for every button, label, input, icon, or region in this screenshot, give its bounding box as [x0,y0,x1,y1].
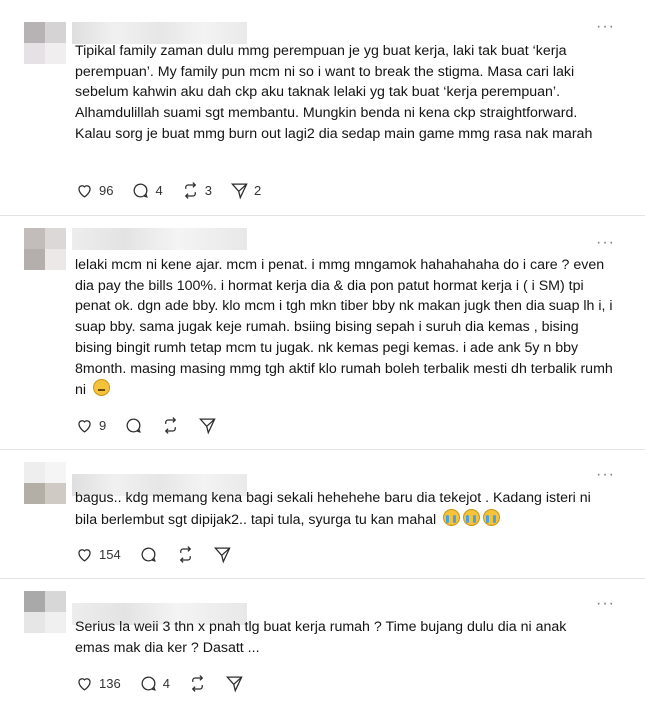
post-text: bagus.. kdg memang kena bagi sekali hehe… [75,488,615,530]
avatar[interactable] [24,591,66,633]
like-count: 136 [99,675,121,691]
repost-icon [191,674,204,692]
share-send-icon [213,547,231,564]
like-count: 96 [99,182,114,198]
share-send-icon [225,676,243,693]
reply-count: 4 [155,182,163,198]
post-actions: 136 4 [75,672,262,694]
post-text-content: bagus.. kdg memang kena bagi sekali hehe… [75,490,591,528]
repost-button[interactable]: 3 [181,181,212,200]
like-count: 9 [99,417,107,433]
post-text-content: lelaki mcm ni kene ajar. mcm i penat. i … [75,257,613,399]
post-text: Tipikal family zaman dulu mmg perempuan … [75,43,593,142]
heart-icon [78,677,91,691]
comment-icon [141,676,156,691]
avatar[interactable] [24,228,66,270]
username-blurred[interactable] [72,228,247,250]
like-button[interactable]: 96 [75,181,113,200]
share-count: 2 [253,182,262,198]
reply-post: ··· Serius la weii 3 thn x pnah tlg buat… [0,579,645,715]
more-options-icon[interactable]: ··· [596,467,615,483]
reply-button[interactable] [139,545,158,564]
post-text: Serius la weii 3 thn x pnah tlg buat ker… [75,619,567,656]
like-count: 154 [99,546,121,562]
post-actions: 154 [75,543,250,565]
heart-icon [78,184,91,198]
reply-post: ··· lelaki mcm ni kene ajar. mcm i penat… [0,216,645,449]
repost-icon [179,545,191,563]
thread-replies-feed: ··· Tipikal family zaman dulu mmg peremp… [0,0,645,715]
like-button[interactable]: 136 [75,674,121,693]
reply-button[interactable] [124,416,143,435]
like-button[interactable]: 9 [75,416,106,435]
share-send-icon [230,183,248,200]
repost-button[interactable] [176,545,195,564]
share-send-icon [199,418,216,435]
heart-icon [78,419,91,433]
loudly-crying-face-emoji [463,508,481,526]
like-button[interactable]: 154 [75,545,121,564]
more-options-icon[interactable]: ··· [596,596,615,612]
loudly-crying-face-emoji [483,508,501,526]
share-button[interactable] [198,416,217,435]
repost-count: 3 [204,182,212,198]
reply-count: 4 [162,675,170,691]
expressionless-face-emoji [93,379,110,397]
repost-icon [165,416,177,434]
reply-post: ··· bagus.. kdg memang kena bagi sekali … [0,450,645,578]
comment-icon [141,547,156,562]
post-text: lelaki mcm ni kene ajar. mcm i penat. i … [75,255,615,401]
reply-button[interactable]: 4 [131,181,163,200]
share-button[interactable] [225,674,244,693]
repost-icon [184,181,196,199]
comment-icon [134,183,149,198]
more-options-icon[interactable]: ··· [596,19,615,35]
repost-button[interactable] [188,674,207,693]
repost-button[interactable] [161,416,180,435]
share-button[interactable]: 2 [230,181,261,200]
loudly-crying-face-emoji [443,508,461,526]
avatar[interactable] [24,22,66,64]
heart-icon [78,548,91,562]
reply-button[interactable]: 4 [139,674,170,693]
post-actions: 96 4 3 2 [75,179,279,201]
post-actions: 9 [75,414,235,436]
comment-icon [126,418,142,433]
share-button[interactable] [213,545,232,564]
avatar[interactable] [24,462,66,504]
more-options-icon[interactable]: ··· [596,235,615,251]
reply-post: ··· Tipikal family zaman dulu mmg peremp… [0,0,645,215]
